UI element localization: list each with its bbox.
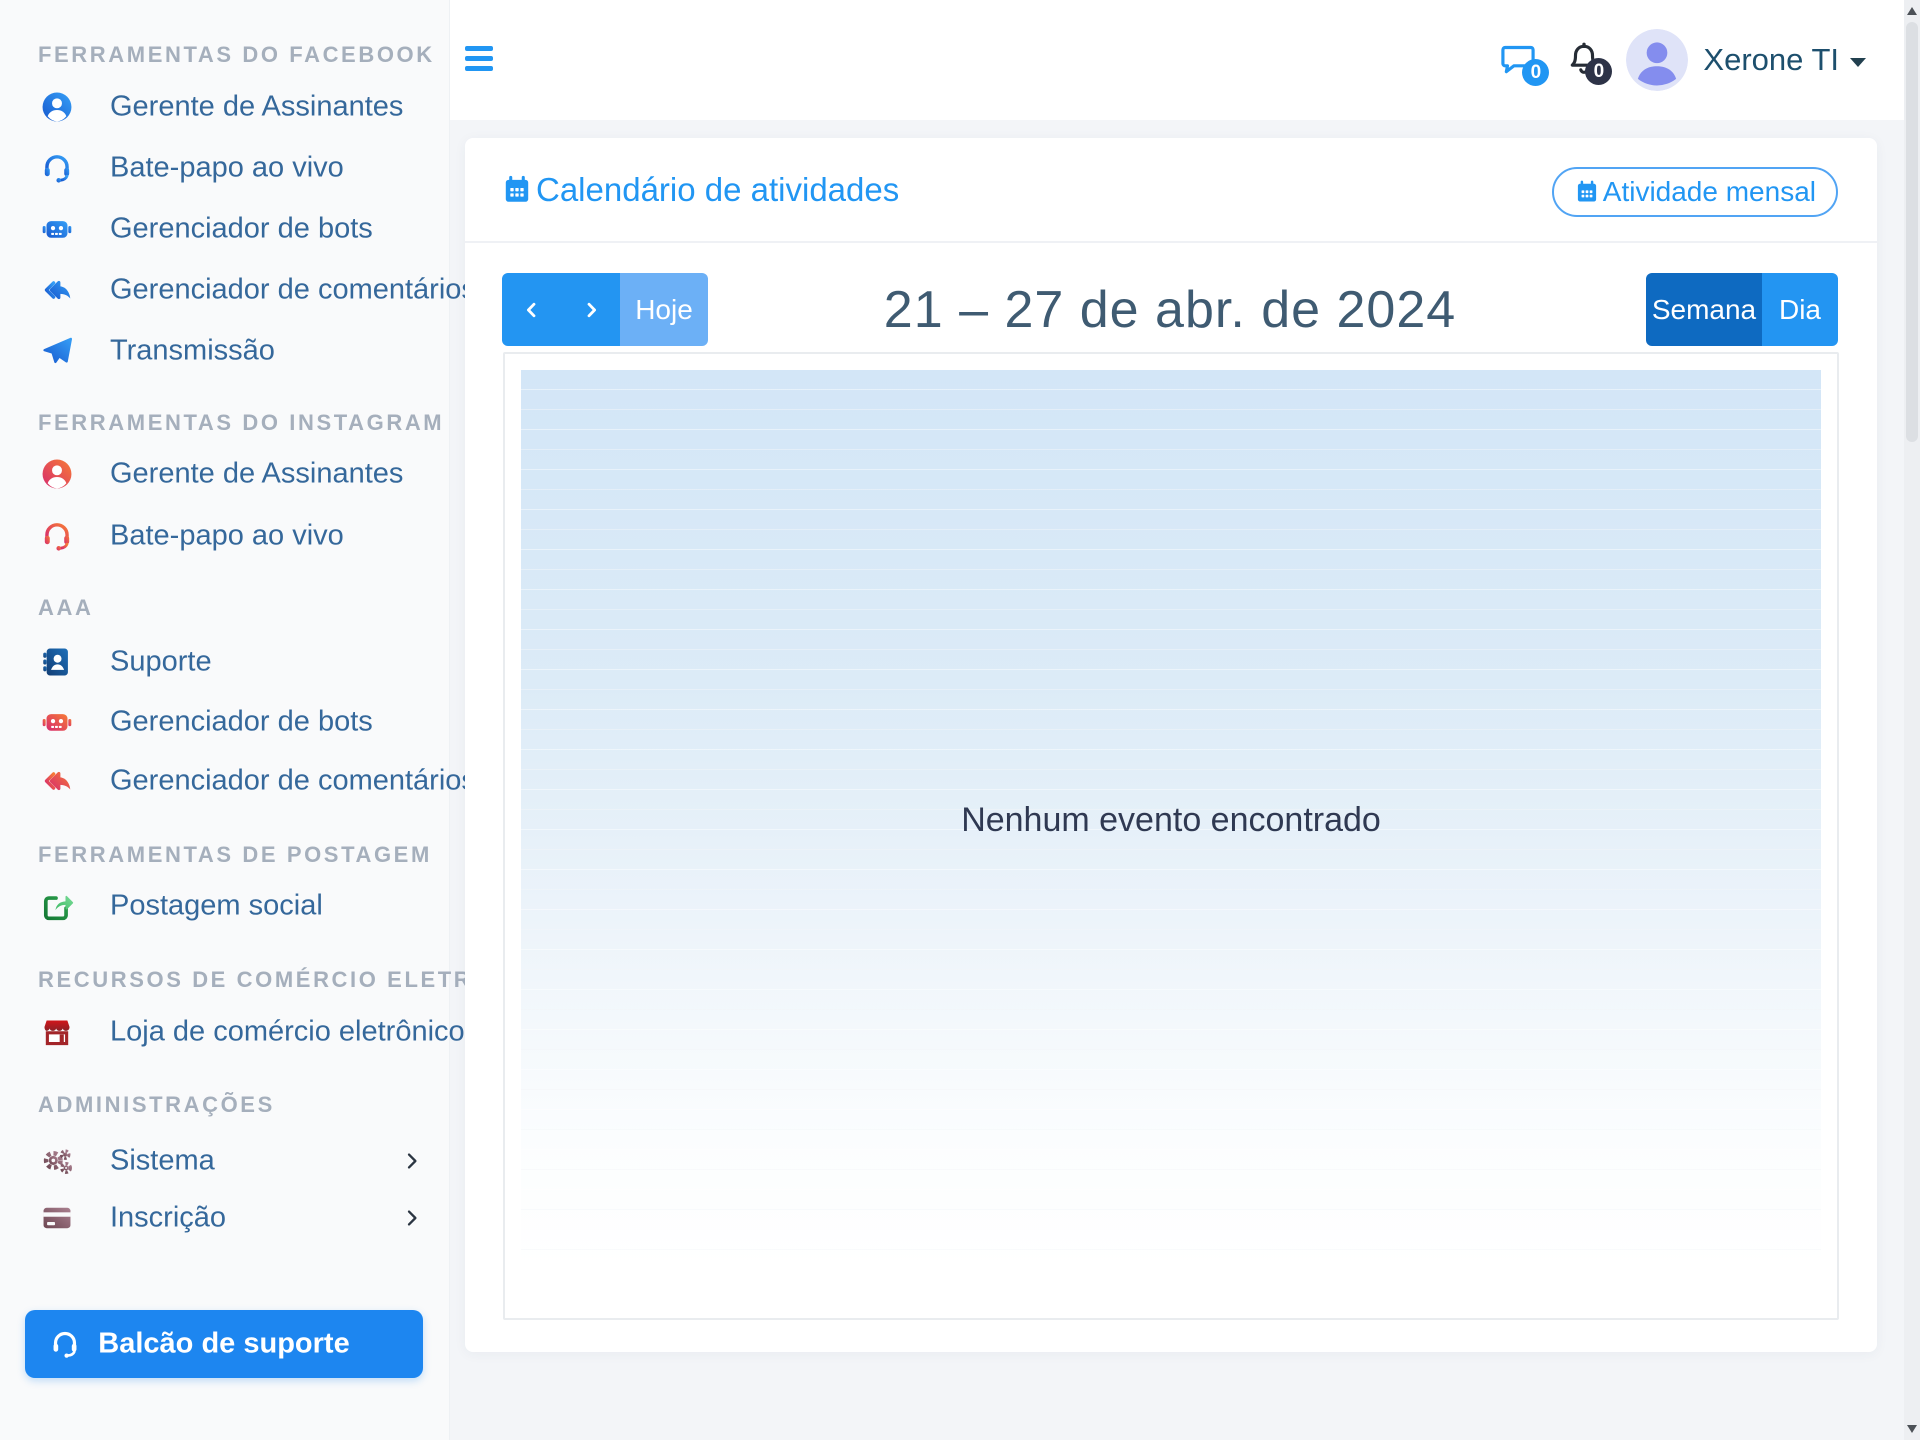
- today-button[interactable]: Hoje: [620, 273, 708, 346]
- calendar-date-range-title: 21 – 27 de abr. de 2024: [884, 280, 1456, 340]
- chat-messages-button[interactable]: 0: [1496, 40, 1540, 80]
- calendar-view-container: Nenhum evento encontrado: [503, 352, 1839, 1320]
- activity-calendar-card: Calendário de atividades Atividade mensa…: [465, 138, 1877, 1352]
- prev-week-button[interactable]: [502, 273, 561, 346]
- sidebar-item-inscricao[interactable]: Inscrição: [0, 1187, 450, 1249]
- headset-icon: [40, 151, 74, 185]
- calendar-view-switcher: Semana Dia: [1646, 273, 1838, 346]
- gears-icon: [40, 1144, 74, 1178]
- credit-card-icon: [40, 1201, 74, 1235]
- store-icon: [40, 1015, 74, 1049]
- sidebar-item-bate-papo-fb[interactable]: Bate-papo ao vivo: [0, 137, 450, 199]
- scroll-down-arrow-icon[interactable]: [1907, 1425, 1917, 1433]
- menu-toggle-button[interactable]: [465, 46, 493, 72]
- calendar-nav-group: Hoje: [502, 273, 708, 346]
- robot-icon: [40, 212, 74, 246]
- chevron-left-icon: [520, 298, 544, 322]
- notification-badge: 0: [1585, 58, 1612, 85]
- support-desk-button[interactable]: Balcão de suporte: [25, 1310, 423, 1378]
- next-week-button[interactable]: [561, 273, 620, 346]
- calendar-icon: [1574, 179, 1600, 205]
- sidebar-section-ferramentas-postagem: FERRAMENTAS DE POSTAGEM: [38, 842, 432, 868]
- sidebar-item-gerenciador-comentarios-fb[interactable]: Gerenciador de comentários: [0, 259, 450, 321]
- paper-plane-icon: [40, 334, 74, 368]
- sidebar-section-aaa: AAA: [38, 595, 93, 621]
- sidebar-item-transmissao[interactable]: Transmissão: [0, 320, 450, 382]
- card-header: Calendário de atividades Atividade mensa…: [465, 138, 1877, 243]
- sidebar: FERRAMENTAS DO FACEBOOK Gerente de Assin…: [0, 0, 450, 1440]
- sidebar-section-administracoes: ADMINISTRAÇÕES: [38, 1092, 275, 1118]
- sidebar-item-sistema[interactable]: Sistema: [0, 1130, 450, 1192]
- person-icon: [1626, 29, 1688, 91]
- headset-icon: [40, 519, 74, 553]
- activity-calendar-title-link[interactable]: Calendário de atividades: [501, 171, 899, 209]
- user-circle-icon: [40, 457, 74, 491]
- sidebar-item-gerente-assinantes-ig[interactable]: Gerente de Assinantes: [0, 443, 450, 505]
- sidebar-item-gerenciador-bots-aaa[interactable]: Gerenciador de bots: [0, 691, 450, 753]
- scroll-up-arrow-icon[interactable]: [1907, 7, 1917, 15]
- page-scrollbar[interactable]: [1904, 0, 1920, 1440]
- sidebar-item-bate-papo-ig[interactable]: Bate-papo ao vivo: [0, 505, 450, 567]
- sidebar-section-ferramentas-instagram: FERRAMENTAS DO INSTAGRAM: [38, 410, 444, 436]
- scrollbar-thumb[interactable]: [1906, 22, 1918, 442]
- calendar-icon: [501, 174, 533, 206]
- share-icon: [40, 889, 74, 923]
- user-circle-icon: [40, 90, 74, 124]
- topbar: 0 0 Xerone TI: [450, 0, 1904, 120]
- calendar-toolbar: Hoje 21 – 27 de abr. de 2024 Semana Dia: [502, 273, 1838, 346]
- day-view-button[interactable]: Dia: [1762, 273, 1838, 346]
- monthly-activity-button[interactable]: Atividade mensal: [1552, 167, 1838, 217]
- sidebar-item-gerenciador-bots-fb[interactable]: Gerenciador de bots: [0, 198, 450, 260]
- empty-state-message: Nenhum evento encontrado: [961, 801, 1381, 840]
- calendar-week-grid: Nenhum evento encontrado: [521, 370, 1821, 1270]
- sidebar-item-suporte[interactable]: Suporte: [0, 631, 450, 693]
- sidebar-section-ferramentas-facebook: FERRAMENTAS DO FACEBOOK: [38, 42, 435, 68]
- week-view-button[interactable]: Semana: [1646, 273, 1762, 346]
- sidebar-item-loja-comercio[interactable]: Loja de comércio eletrônico: [0, 1001, 450, 1063]
- sidebar-item-gerente-assinantes-fb[interactable]: Gerente de Assinantes: [0, 76, 450, 138]
- reply-all-icon: [40, 273, 74, 307]
- topbar-right-cluster: 0 0 Xerone TI: [1496, 0, 1866, 120]
- user-menu[interactable]: Xerone TI: [1703, 42, 1839, 78]
- sidebar-item-postagem-social[interactable]: Postagem social: [0, 875, 450, 937]
- chevron-right-icon: [579, 298, 603, 322]
- monthly-activity-label: Atividade mensal: [1603, 176, 1816, 208]
- chevron-right-icon: [400, 1206, 424, 1230]
- notifications-button[interactable]: 0: [1564, 39, 1604, 81]
- chevron-right-icon: [400, 1149, 424, 1173]
- sidebar-item-gerenciador-comentarios-aaa[interactable]: Gerenciador de comentários: [0, 750, 450, 812]
- page-title: Calendário de atividades: [536, 171, 899, 209]
- reply-all-icon: [40, 764, 74, 798]
- caret-down-icon[interactable]: [1850, 58, 1866, 67]
- support-desk-label: Balcão de suporte: [25, 1328, 423, 1361]
- address-book-icon: [40, 645, 74, 679]
- chat-badge: 0: [1522, 59, 1549, 86]
- robot-icon: [40, 705, 74, 739]
- avatar[interactable]: [1626, 29, 1688, 91]
